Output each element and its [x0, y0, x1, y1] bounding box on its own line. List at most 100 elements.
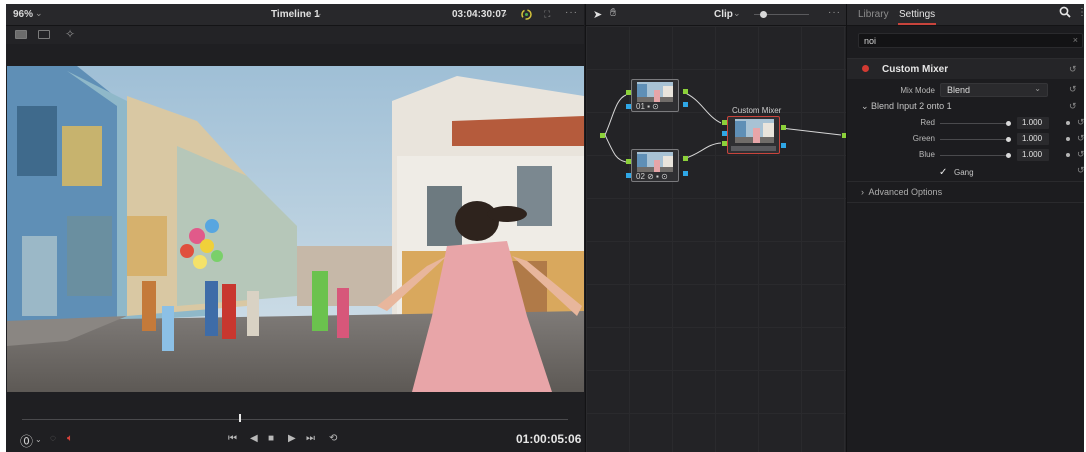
timecode-chevron-down-icon[interactable]: ⌄ [501, 8, 509, 19]
search-input[interactable]: noi × [858, 33, 1083, 48]
split-viewer-icon[interactable] [38, 30, 50, 39]
search-icon[interactable] [1059, 6, 1071, 18]
blue-slider-knob[interactable] [1006, 153, 1011, 158]
mix-mode-label: Mix Mode [900, 86, 935, 95]
timeline-name[interactable]: Timeline 1 [271, 9, 320, 20]
clear-search-icon[interactable]: × [1073, 35, 1078, 45]
inspector-more-icon[interactable]: ⋮ [1077, 7, 1084, 18]
viewer-more-icon[interactable]: ··· [565, 7, 578, 18]
tab-settings[interactable]: Settings [899, 9, 935, 20]
node-thumbnail [637, 82, 673, 102]
search-input-value: noi [864, 36, 877, 46]
node-02[interactable]: 02 ⊘ ▪ ⊙ [631, 149, 679, 182]
green-keyframe-icon[interactable] [1066, 137, 1070, 141]
section-divider [847, 181, 1084, 182]
mixer-alpha-output-port[interactable] [781, 143, 786, 148]
playback-timecode[interactable]: 01:00:05:06 [516, 432, 581, 446]
node-02-alpha-input-port[interactable] [626, 173, 631, 178]
davinci-logo-icon[interactable]: ⓪ [20, 431, 33, 450]
blue-keyframe-icon[interactable] [1066, 153, 1070, 157]
node-label: 01 ▪ ⊙ [636, 102, 659, 111]
node-gain-bar [731, 146, 776, 151]
node-connections [604, 91, 842, 163]
active-tab-underline [898, 23, 936, 25]
blue-label: Blue [918, 150, 935, 159]
logo-chevron-down-icon[interactable]: ⌄ [35, 435, 42, 444]
mute-speaker-icon[interactable]: 🔈︎ [67, 433, 73, 444]
effects-sparkle-icon[interactable]: ✧ [65, 27, 75, 41]
green-label: Green [912, 134, 935, 143]
node-thumbnail [637, 152, 673, 172]
reverse-play-icon[interactable]: ◀ [250, 433, 258, 444]
section-divider [847, 202, 1084, 203]
go-to-start-icon[interactable]: ⏮︎ [228, 433, 237, 444]
red-reset-icon[interactable]: ↺ [1077, 117, 1084, 128]
zoom-level[interactable]: 96% [13, 9, 33, 20]
fit-to-screen-icon[interactable]: ⛶ [544, 9, 550, 20]
effect-name: Custom Mixer [882, 64, 949, 75]
red-label: Red [920, 118, 935, 127]
green-slider-knob[interactable] [1006, 137, 1011, 142]
blue-value-field[interactable]: 1.000 [1017, 149, 1049, 161]
green-value: 1.000 [1022, 134, 1043, 143]
zoom-chevron-down-icon[interactable]: ⌄ [35, 8, 43, 19]
advanced-options-label: Advanced Options [868, 187, 943, 197]
node-01-alpha-input-port[interactable] [626, 104, 631, 109]
source-timecode[interactable]: 03:04:30:07 [452, 9, 506, 20]
viewer-panel: 96% ⌄ Timeline 1 ⌄ 03:04:30:07 ⌄ ⛶ ··· ✧ [6, 4, 584, 452]
red-slider[interactable] [940, 123, 1010, 124]
mix-mode-select[interactable]: Blend ⌄ [940, 83, 1048, 97]
mixer-alpha-input-port[interactable] [722, 131, 727, 136]
red-slider-knob[interactable] [1006, 121, 1011, 126]
effect-reset-icon[interactable]: ↺ [1069, 64, 1077, 75]
gang-label: Gang [954, 168, 974, 177]
custom-mixer-node[interactable] [727, 116, 780, 154]
green-reset-icon[interactable]: ↺ [1077, 133, 1084, 144]
node-label: 02 ⊘ ▪ ⊙ [636, 172, 668, 181]
mixer-rgb-output-port[interactable] [781, 125, 786, 130]
effect-header[interactable]: Custom Mixer ↺ [847, 58, 1084, 79]
gang-reset-icon[interactable]: ↺ [1077, 165, 1084, 176]
node-01[interactable]: 01 ▪ ⊙ [631, 79, 679, 112]
source-input-port[interactable] [600, 133, 605, 138]
inspector-tabs: Library Settings ⋮ [847, 4, 1084, 26]
mixer-input-1-port[interactable] [722, 120, 727, 125]
playhead[interactable] [239, 414, 241, 422]
blue-reset-icon[interactable]: ↺ [1077, 149, 1084, 160]
mix-mode-chevron-down-icon: ⌄ [1034, 84, 1041, 93]
green-value-field[interactable]: 1.000 [1017, 133, 1049, 145]
audio-level-icon[interactable]: ◌ [50, 433, 56, 444]
mix-mode-reset-icon[interactable]: ↺ [1069, 84, 1077, 95]
green-slider[interactable] [940, 139, 1010, 140]
node-01-rgb-output-port[interactable] [683, 89, 688, 94]
node-01-rgb-input-port[interactable] [626, 90, 631, 95]
mixer-node-title: Custom Mixer [732, 106, 782, 115]
mixer-input-2-port[interactable] [722, 141, 727, 146]
node-02-rgb-output-port[interactable] [683, 156, 688, 161]
gang-checkbox[interactable]: ✓ [939, 167, 947, 178]
tab-library[interactable]: Library [858, 9, 889, 20]
node-editor-panel[interactable]: ➤ ✋︎ Clip ⌄ ··· 01 ▪ ⊙ 02 ⊘ ▪ ⊙ Custom M… [585, 4, 847, 452]
viewer-toolbar: 96% ⌄ Timeline 1 ⌄ 03:04:30:07 ⌄ ⛶ ··· [6, 4, 584, 26]
sync-icon[interactable] [520, 8, 533, 21]
play-icon[interactable]: ▶ [288, 433, 296, 444]
blend-group-reset-icon[interactable]: ↺ [1069, 101, 1077, 112]
node-01-alpha-output-port[interactable] [683, 102, 688, 107]
node-02-rgb-input-port[interactable] [626, 159, 631, 164]
blue-slider[interactable] [940, 155, 1010, 156]
blend-group-title[interactable]: ⌄ Blend Input 2 onto 1 [861, 101, 952, 112]
timeline-scrubber[interactable] [22, 419, 568, 420]
red-value-field[interactable]: 1.000 [1017, 117, 1049, 129]
red-value: 1.000 [1022, 118, 1043, 127]
red-keyframe-icon[interactable] [1066, 121, 1070, 125]
timeline-chevron-down-icon[interactable]: ⌄ [315, 8, 323, 19]
loop-icon[interactable]: ⟲ [329, 433, 337, 444]
node-02-alpha-output-port[interactable] [683, 171, 688, 176]
blend-group-label: Blend Input 2 onto 1 [871, 101, 952, 111]
go-to-end-icon[interactable]: ⏭︎ [306, 433, 315, 444]
street-scene-image [7, 66, 584, 392]
single-viewer-icon[interactable] [15, 30, 27, 39]
effect-enable-toggle[interactable] [862, 65, 869, 72]
advanced-options-toggle[interactable]: › Advanced Options [861, 187, 942, 197]
stop-icon[interactable]: ■ [268, 433, 274, 444]
